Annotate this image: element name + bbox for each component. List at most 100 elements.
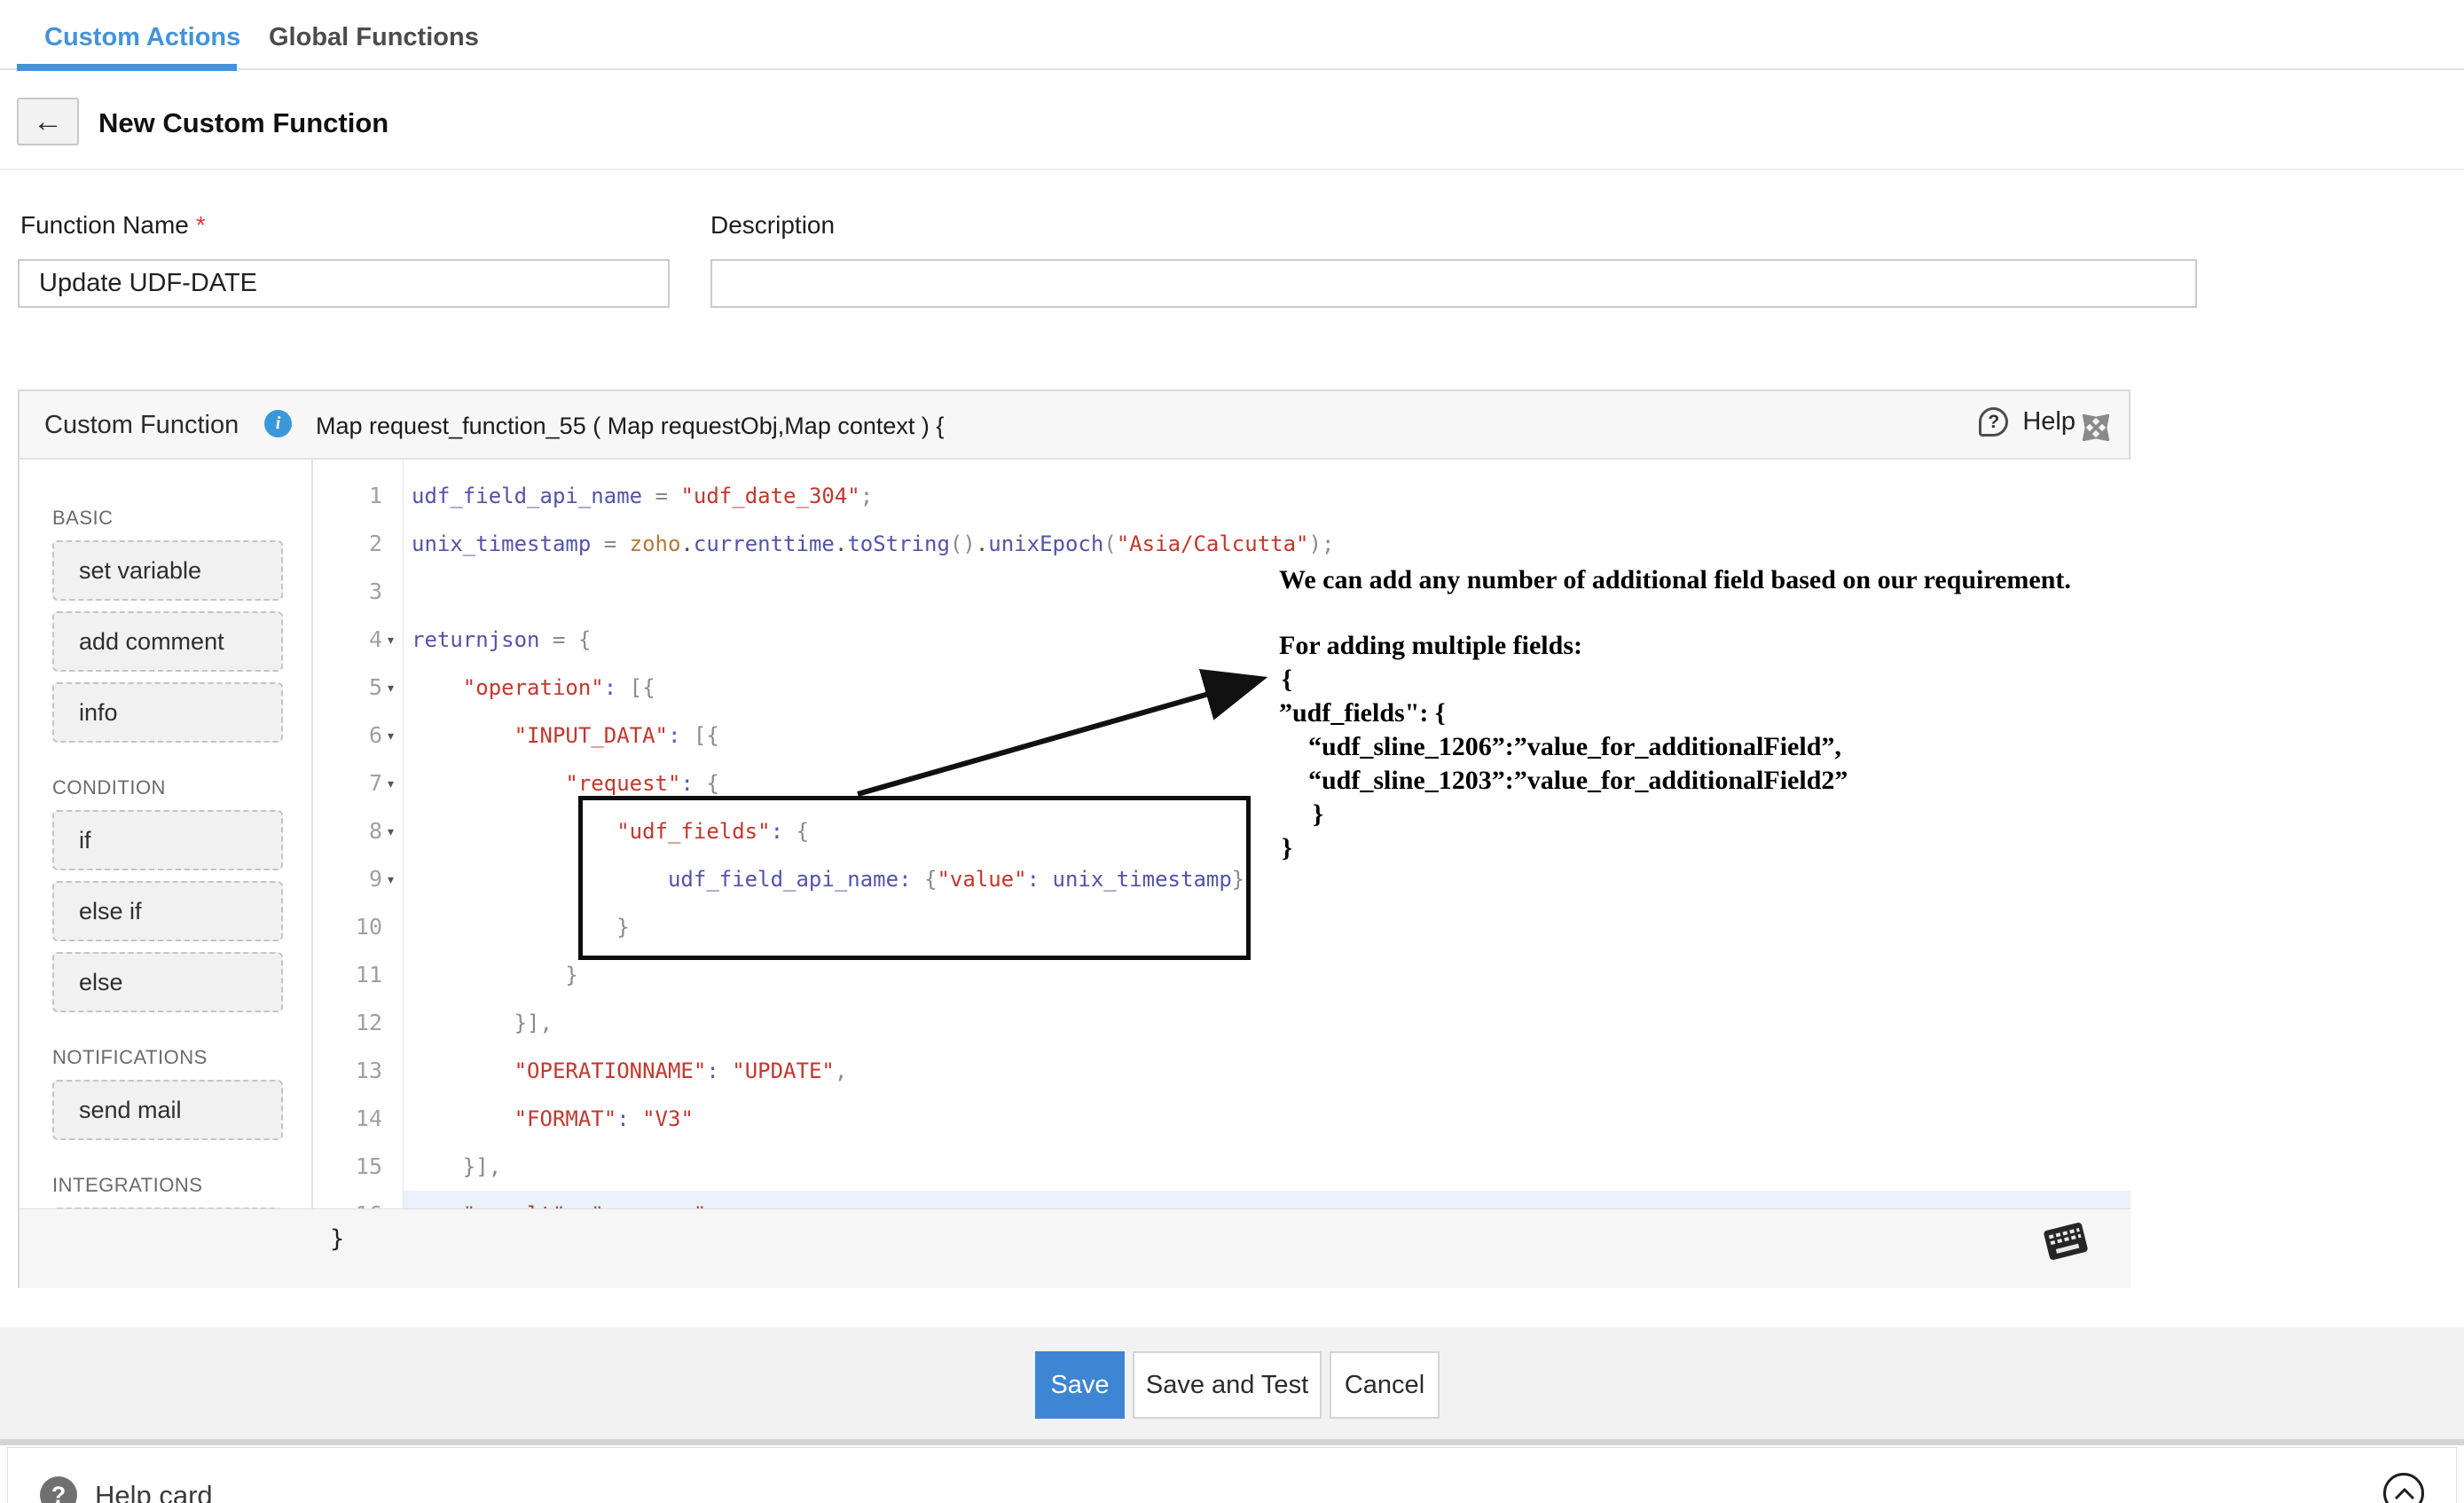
snippet-sidebar: BASIC set variable add comment info CONDITIO…: [20, 460, 313, 1288]
page-title: New Custom Function: [98, 107, 388, 139]
help-button[interactable]: ? Help: [1979, 407, 2076, 443]
info-icon[interactable]: i: [264, 410, 292, 437]
line-number: 13: [313, 1047, 382, 1095]
back-arrow-icon: ←: [33, 105, 63, 138]
code-line-11[interactable]: 11 }: [313, 951, 2130, 999]
tabs-bar: Custom Actions Global Functions: [0, 0, 2464, 70]
annotation-json-line: }: [1282, 831, 2071, 865]
active-tab-underline: [17, 64, 237, 71]
page: Custom Actions Global Functions ← New Cu…: [0, 0, 2464, 1503]
line-number: 7: [313, 759, 382, 807]
annotation-json-line: {: [1282, 663, 2071, 696]
line-number: 2: [313, 520, 382, 568]
code-text: returnjson = {: [412, 616, 591, 664]
code-text: "INPUT_DATA": [{: [412, 712, 719, 759]
panel-title: Custom Function: [44, 411, 239, 440]
code-text: "OPERATIONNAME": "UPDATE",: [412, 1047, 847, 1095]
help-question-icon: ?: [1979, 407, 2008, 437]
code-text: "result": "success": [412, 1191, 706, 1208]
help-card-divider: [0, 1439, 2464, 1445]
panel-header: Custom Function i Map request_function_5…: [20, 391, 2129, 460]
code-line-16[interactable]: 16 "result": "success": [313, 1191, 2130, 1208]
code-text: udf_field_api_name = "udf_date_304";: [412, 472, 873, 520]
sidebar-snippet-set-variable[interactable]: set variable: [52, 540, 283, 601]
code-text: unix_timestamp = zoho.currenttime.toStri…: [412, 520, 1334, 568]
code-text: udf_field_api_name: {"value": unix_times…: [412, 855, 1244, 903]
function-name-label: Function Name*: [20, 211, 206, 240]
tab-global-functions[interactable]: Global Functions: [269, 23, 479, 52]
code-line-10[interactable]: 10 }: [313, 903, 2130, 951]
line-number: 3: [313, 568, 382, 616]
annotation-json-line: “udf_sline_1206”:”value_for_additionalFi…: [1308, 730, 2071, 764]
fold-triangle-icon[interactable]: ▾: [388, 825, 394, 838]
line-number: 10: [313, 903, 382, 951]
function-signature: Map request_function_55 ( Map requestObj…: [316, 413, 944, 440]
annotation-subheading: For adding multiple fields:: [1279, 629, 2071, 663]
back-button[interactable]: ←: [17, 98, 79, 146]
line-number: 1: [313, 472, 382, 520]
fold-triangle-icon[interactable]: ▾: [388, 873, 394, 885]
chevron-up-icon: [2394, 1486, 2415, 1502]
help-label: Help: [2022, 407, 2076, 437]
help-card-title: Help card: [95, 1480, 213, 1503]
line-number: 12: [313, 999, 382, 1047]
header-divider: [0, 169, 2464, 170]
code-text: }: [412, 903, 630, 951]
sidebar-snippet-add-comment[interactable]: add comment: [52, 611, 283, 672]
sidebar-section-label: CONDITION: [52, 776, 311, 803]
code-text: "udf_fields": {: [412, 807, 809, 855]
line-number: 15: [313, 1143, 382, 1191]
help-card: ? Help card: [7, 1447, 2457, 1503]
code-line-2[interactable]: 2 unix_timestamp = zoho.currenttime.toStr…: [313, 520, 2130, 568]
save-button[interactable]: Save: [1035, 1351, 1125, 1419]
cancel-button[interactable]: Cancel: [1330, 1351, 1440, 1419]
sidebar-section-label: INTEGRATIONS: [52, 1174, 311, 1200]
code-line-1[interactable]: 1 udf_field_api_name = "udf_date_304";: [313, 472, 2130, 520]
function-name-label-text: Function Name: [20, 211, 189, 239]
tab-custom-actions[interactable]: Custom Actions: [44, 23, 240, 52]
line-number: 9: [313, 855, 382, 903]
code-line-13[interactable]: 13 "OPERATIONNAME": "UPDATE",: [313, 1047, 2130, 1095]
fullscreen-expand-icon[interactable]: [2083, 414, 2109, 441]
line-number: 11: [313, 951, 382, 999]
action-bar: Save Save and Test Cancel: [0, 1327, 2464, 1444]
annotation-note: We can add any number of additional fiel…: [1279, 563, 2071, 865]
save-and-test-button[interactable]: Save and Test: [1133, 1351, 1322, 1419]
line-number: 5: [313, 664, 382, 712]
line-number: 14: [313, 1095, 382, 1143]
code-text: "request": {: [412, 759, 719, 807]
code-text: "operation": [{: [412, 664, 655, 712]
sidebar-section-label: NOTIFICATIONS: [52, 1046, 311, 1073]
sidebar-snippet-else-if[interactable]: else if: [52, 881, 283, 941]
description-label: Description: [710, 211, 835, 240]
function-closing-brace: }: [330, 1225, 344, 1253]
keyboard-shortcuts-icon[interactable]: [2042, 1221, 2089, 1262]
code-text: }],: [412, 999, 553, 1047]
annotation-json-line: }: [1313, 798, 2071, 831]
sidebar-snippet-if[interactable]: if: [52, 810, 283, 870]
line-number: 16: [313, 1191, 382, 1208]
annotation-json-line: ”udf_fields": {: [1279, 696, 2071, 730]
line-number: 8: [313, 807, 382, 855]
code-line-14[interactable]: 14 "FORMAT": "V3": [313, 1095, 2130, 1143]
line-number: 4: [313, 616, 382, 664]
sidebar-snippet-else[interactable]: else: [52, 952, 283, 1012]
sidebar-section-label: BASIC: [52, 507, 311, 533]
fold-triangle-icon[interactable]: ▾: [388, 633, 394, 646]
code-text: }],: [412, 1143, 501, 1191]
fold-triangle-icon[interactable]: ▾: [388, 777, 394, 790]
code-line-15[interactable]: 15 }],: [313, 1143, 2130, 1191]
custom-function-panel: Custom Function i Map request_function_5…: [18, 390, 2130, 1288]
help-card-collapse-button[interactable]: [2383, 1473, 2424, 1503]
sidebar-snippet-info[interactable]: info: [52, 682, 283, 743]
code-line-12[interactable]: 12 }],: [313, 999, 2130, 1047]
fold-triangle-icon[interactable]: ▾: [388, 681, 394, 694]
help-card-question-icon: ?: [40, 1476, 77, 1503]
annotation-json-sample: {”udf_fields": {“udf_sline_1206”:”value_…: [1279, 663, 2071, 865]
function-name-input[interactable]: [18, 259, 670, 308]
fold-triangle-icon[interactable]: ▾: [388, 729, 394, 742]
line-number: 6: [313, 712, 382, 759]
description-input[interactable]: [710, 259, 2197, 308]
annotation-heading: We can add any number of additional fiel…: [1279, 563, 2071, 597]
sidebar-snippet-send-mail[interactable]: send mail: [52, 1080, 283, 1140]
